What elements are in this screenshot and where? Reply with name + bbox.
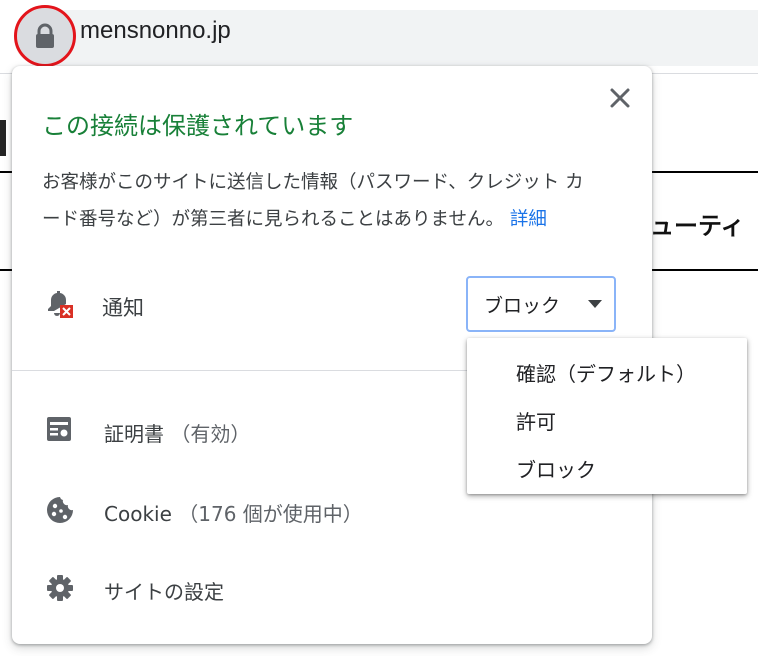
highlight-circle (14, 5, 76, 67)
notification-bell-blocked-icon (44, 288, 74, 324)
selected-value: ブロック (484, 295, 561, 317)
cookie-icon (46, 496, 74, 528)
option-allow[interactable]: 許可 (516, 406, 556, 435)
certificate-label: 証明書 （有効） (104, 422, 251, 446)
close-icon (610, 88, 630, 108)
connection-description: お客様がこのサイトに送信した情報（パスワード、クレジット カ ード番号など）が第… (42, 164, 622, 238)
chevron-down-icon (588, 300, 602, 308)
details-link[interactable]: 詳細 (510, 209, 547, 230)
address-bar: mensnonno.jp (0, 0, 758, 74)
option-block[interactable]: ブロック (516, 454, 596, 483)
close-button[interactable] (606, 84, 634, 112)
url-text[interactable]: mensnonno.jp (80, 17, 231, 45)
certificate-icon (46, 416, 72, 446)
description-line-1: お客様がこのサイトに送信した情報（パスワード、クレジット カ (42, 172, 584, 193)
description-line-2: ード番号など）が第三者に見られることはありません。 (42, 209, 504, 230)
notification-label: 通知 (102, 296, 144, 320)
notification-permission-select[interactable]: ブロック (466, 276, 616, 332)
cookie-item[interactable]: Cookie （176 個が使用中） (42, 490, 602, 530)
notification-options-dropdown: 確認（デフォルト） 許可 ブロック (467, 338, 747, 494)
settings-gear-icon (46, 574, 74, 606)
site-settings-label: サイトの設定 (104, 580, 224, 604)
background-page-text: ューティ (650, 212, 745, 240)
connection-secure-title: この接続は保護されています (42, 112, 354, 140)
option-ask-default[interactable]: 確認（デフォルト） (516, 358, 696, 387)
notification-permission-row: 通知 ブロック (42, 276, 622, 338)
background-page-fragment (0, 120, 6, 156)
site-settings-item[interactable]: サイトの設定 (42, 568, 602, 608)
cookie-label: Cookie （176 個が使用中） (104, 502, 363, 526)
